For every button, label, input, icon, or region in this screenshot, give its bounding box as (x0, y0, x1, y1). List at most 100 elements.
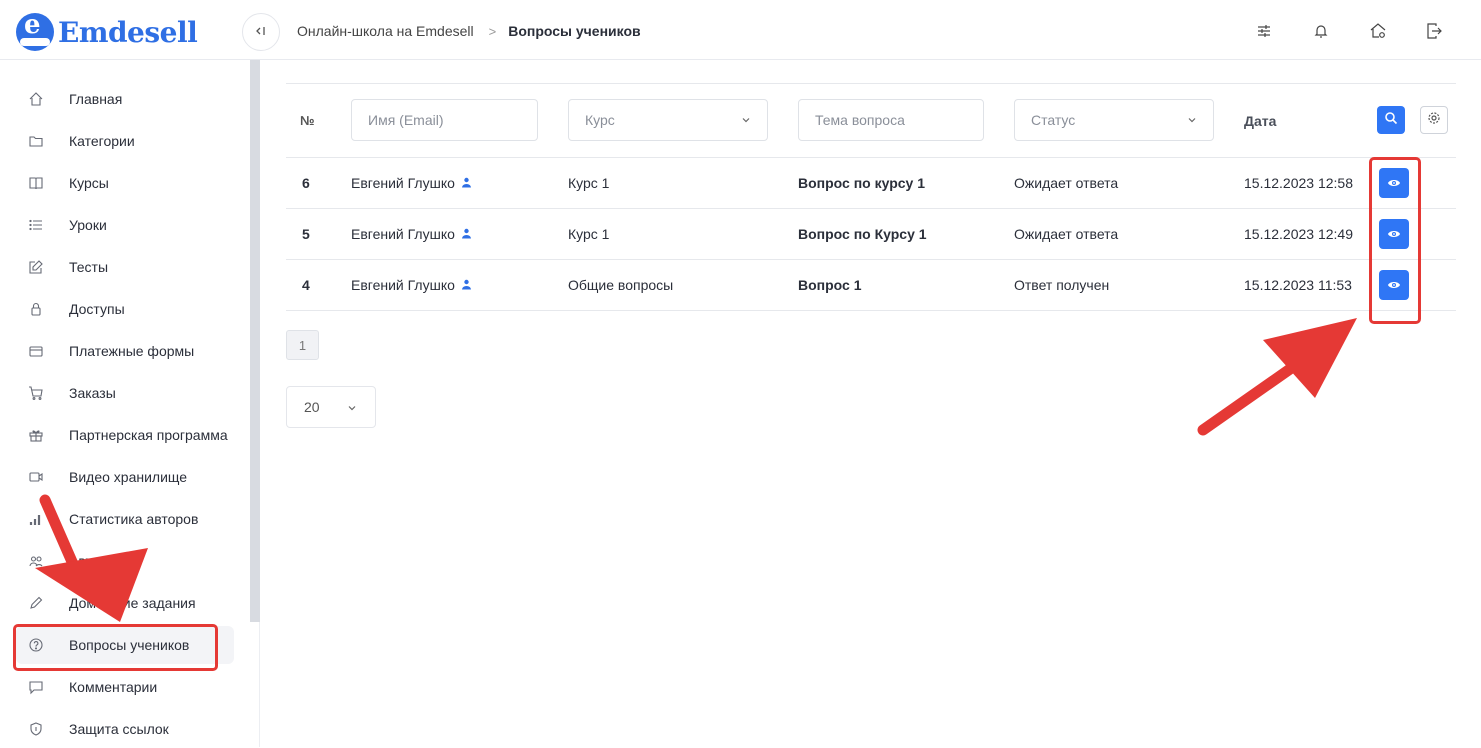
column-header-number: № (300, 113, 315, 128)
course-filter-select[interactable]: Курс (568, 99, 768, 141)
row-topic: Вопрос 1 (798, 277, 862, 293)
folder-icon (26, 133, 46, 149)
sidebar-item-label: Платежные формы (69, 343, 195, 359)
sidebar-item[interactable]: Заказы (16, 374, 234, 412)
bar-chart-icon (26, 511, 46, 527)
row-date: 15.12.2023 11:53 (1244, 277, 1352, 293)
page-button[interactable]: 1 (286, 330, 319, 360)
name-filter-input[interactable]: Имя (Email) (351, 99, 538, 141)
home-icon (26, 91, 46, 107)
sidebar-item[interactable]: Платежные формы (16, 332, 234, 370)
sidebar-item[interactable]: Защита ссылок (16, 710, 234, 748)
highlight-view-buttons (1369, 157, 1421, 324)
sidebar-item[interactable]: Уроки (16, 206, 234, 244)
sliders-icon[interactable] (1253, 20, 1275, 42)
topic-filter-placeholder: Тема вопроса (815, 112, 905, 128)
search-icon (1384, 111, 1398, 130)
message-icon (26, 679, 46, 695)
logo-icon: e (16, 10, 54, 51)
gear-icon (1427, 111, 1441, 130)
sidebar-item-label: Категории (69, 133, 135, 149)
sidebar-item[interactable]: Курсы (16, 164, 234, 202)
sidebar-item[interactable]: Партнерская программа (16, 416, 234, 454)
search-button[interactable] (1377, 106, 1405, 134)
row-status: Ожидает ответа (1014, 175, 1119, 191)
logout-icon[interactable] (1423, 20, 1445, 42)
sidebar-item[interactable]: Главная (16, 80, 234, 118)
row-topic: Вопрос по курсу 1 (798, 175, 926, 191)
student-name: Евгений Глушко (351, 226, 455, 242)
row-date: 15.12.2023 12:58 (1244, 175, 1353, 191)
user-icon (461, 277, 472, 293)
users-icon (26, 553, 46, 569)
credit-card-icon (26, 343, 46, 359)
row-topic: Вопрос по Курсу 1 (798, 226, 927, 242)
edit-square-icon (26, 259, 46, 275)
book-icon (26, 175, 46, 191)
sidebar-item[interactable]: Домашние задания (16, 584, 234, 622)
sidebar-item-label: Партнерская программа (69, 427, 228, 443)
row-course: Общие вопросы (568, 277, 674, 293)
sidebar-item[interactable]: Категории (16, 122, 234, 160)
status-filter-label: Статус (1031, 112, 1076, 128)
sidebar-item-label: Уроки (69, 217, 107, 233)
chevron-down-icon (1187, 112, 1197, 128)
row-status: Ожидает ответа (1014, 226, 1119, 242)
sidebar-scrollbar[interactable] (250, 60, 260, 622)
status-filter-select[interactable]: Статус (1014, 99, 1214, 141)
sidebar-item[interactable]: Видео хранилище (16, 458, 234, 496)
row-status: Ответ получен (1014, 277, 1110, 293)
row-course: Курс 1 (568, 175, 610, 191)
sidebar-item[interactable]: Комментарии (16, 668, 234, 706)
sidebar-item[interactable]: Авторы (16, 542, 234, 580)
sidebar-item-label: Статистика авторов (69, 511, 199, 527)
filter-row: № Имя (Email) Курс Тема вопроса Статус Д… (286, 98, 1456, 158)
page-number: 1 (298, 337, 307, 353)
sidebar-item[interactable]: Статистика авторов (16, 500, 234, 538)
arrow-to-view-buttons (1197, 318, 1357, 436)
topic-filter-input[interactable]: Тема вопроса (798, 99, 984, 141)
sidebar-item-label: Заказы (69, 385, 116, 401)
sidebar-item-label: Комментарии (69, 679, 158, 695)
row-student[interactable]: Евгений Глушко (351, 226, 472, 242)
user-icon (461, 226, 472, 242)
collapse-sidebar-button[interactable] (242, 13, 280, 51)
bell-icon[interactable] (1310, 20, 1332, 42)
row-date: 15.12.2023 12:49 (1244, 226, 1353, 242)
name-filter-placeholder: Имя (Email) (368, 112, 444, 128)
table-row: 4 Евгений Глушко Общие вопросы Вопрос 1 Отве… (286, 260, 1456, 310)
shield-icon (26, 721, 46, 737)
video-icon (26, 469, 46, 485)
chevron-down-icon (741, 112, 751, 128)
sidebar-item[interactable]: Доступы (16, 290, 234, 328)
sidebar-item-label: Курсы (69, 175, 109, 191)
cart-icon (26, 385, 46, 401)
sidebar-item-label: Защита ссылок (69, 721, 169, 737)
row-id: 6 (302, 175, 310, 191)
sidebar-item-label: Авторы (69, 553, 118, 569)
row-student[interactable]: Евгений Глушко (351, 277, 472, 293)
breadcrumb-separator: > (488, 23, 497, 39)
logo-letter: e (24, 10, 41, 40)
table-row: 6 Евгений Глушко Курс 1 Вопрос по курсу 1 Ож… (286, 158, 1456, 208)
row-id: 4 (302, 277, 310, 293)
row-id: 5 (302, 226, 310, 242)
row-student[interactable]: Евгений Глушко (351, 175, 472, 191)
table-settings-button[interactable] (1420, 106, 1448, 134)
course-filter-label: Курс (585, 112, 615, 128)
per-page-select[interactable]: 20 (286, 386, 376, 428)
per-page-value: 20 (304, 399, 320, 415)
collapse-icon (254, 24, 268, 41)
breadcrumb-parent[interactable]: Онлайн-школа на Emdesell (297, 23, 474, 39)
chevron-down-icon (347, 400, 357, 416)
sidebar-item[interactable]: Тесты (16, 248, 234, 286)
list-icon (26, 217, 46, 233)
home-settings-icon[interactable] (1367, 20, 1389, 42)
logo[interactable]: e Emdesell (16, 10, 198, 52)
sidebar-item-label: Тесты (69, 259, 109, 275)
column-header-date: Дата (1244, 113, 1277, 129)
table-row: 5 Евгений Глушко Курс 1 Вопрос по Курсу 1 Ож… (286, 209, 1456, 259)
sidebar-item-label: Главная (69, 91, 123, 107)
gift-icon (26, 427, 46, 443)
breadcrumb: Онлайн-школа на Emdesell > Вопросы учени… (297, 23, 641, 39)
